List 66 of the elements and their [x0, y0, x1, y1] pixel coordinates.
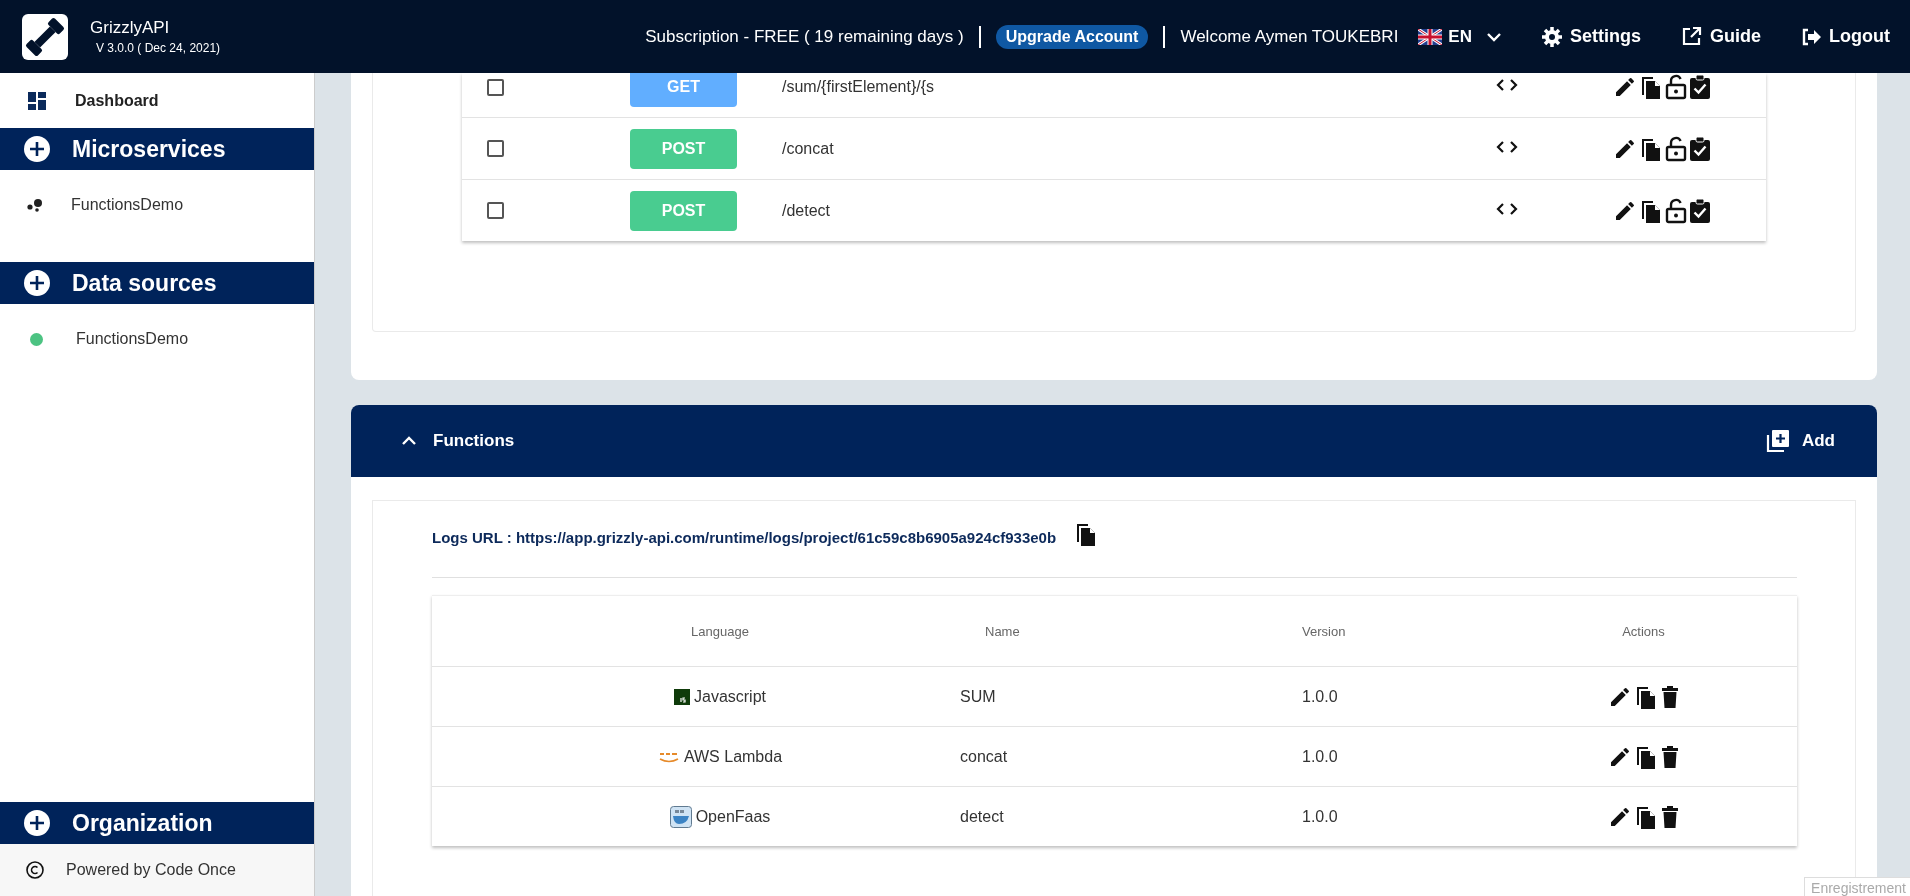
code-icon[interactable] — [1495, 77, 1519, 93]
welcome-text: Welcome Aymen TOUKEBRI — [1180, 26, 1399, 47]
section-header[interactable]: Microservices — [0, 128, 314, 170]
language-text: OpenFaas — [695, 807, 771, 826]
copy-icon[interactable] — [1639, 74, 1663, 100]
clipboard-check-icon[interactable] — [1689, 135, 1711, 162]
footer-text: Powered by Code Once — [66, 861, 236, 879]
function-name: SUM — [960, 687, 997, 706]
add-icon — [24, 810, 50, 836]
column-header: Version — [1301, 623, 1347, 639]
logout-icon — [1801, 26, 1821, 47]
flag-icon — [1418, 28, 1443, 45]
function-name: concat — [960, 747, 1009, 766]
endpoint-path: /sum/{firstElement}/{s — [782, 78, 936, 96]
unlock-icon[interactable] — [1665, 135, 1687, 162]
endpoint-path: /detect — [782, 201, 832, 220]
sidebar-item[interactable]: FunctionsDemo — [0, 324, 314, 354]
code-icon[interactable] — [1495, 138, 1519, 155]
settings-link[interactable]: Settings — [1542, 26, 1641, 47]
add-box-icon — [1765, 429, 1790, 453]
add-button[interactable]: Add — [1765, 429, 1835, 453]
checkbox[interactable] — [487, 140, 504, 157]
endpoint-path: /concat — [782, 139, 835, 158]
copyright-icon — [26, 861, 44, 879]
panel-title: Functions — [433, 431, 515, 451]
logout-link[interactable]: Logout — [1801, 26, 1890, 47]
checkbox[interactable] — [487, 78, 504, 96]
upgrade-account-button[interactable]: Upgrade Account — [995, 24, 1149, 49]
code-icon[interactable] — [1495, 200, 1519, 217]
version-text: V 3.0.0 ( Dec 24, 2021) — [96, 41, 221, 55]
trash-icon[interactable] — [1659, 684, 1680, 709]
clipboard-check-icon[interactable] — [1689, 197, 1711, 224]
version-text: 1.0.0 — [1301, 687, 1339, 706]
dashboard-icon — [28, 91, 46, 110]
column-header: Name — [984, 623, 1021, 639]
trash-icon[interactable] — [1659, 744, 1680, 769]
clipboard-check-icon[interactable] — [1689, 74, 1711, 100]
version-text: 1.0.0 — [1301, 747, 1339, 766]
column-header: Actions — [1621, 623, 1666, 639]
column-header: Language — [690, 623, 750, 639]
add-icon — [24, 270, 50, 296]
function-name: detect — [960, 807, 1005, 826]
whale-icon — [669, 805, 692, 828]
language-text: AWS Lambda — [683, 747, 783, 766]
guide-link[interactable]: Guide — [1681, 26, 1761, 47]
molecule-icon — [27, 198, 43, 212]
tooltip-text: Enregistrement — [1804, 877, 1910, 896]
language-text: Javascript — [694, 687, 766, 706]
unlock-icon[interactable] — [1665, 74, 1687, 100]
settings-icon — [1542, 26, 1562, 47]
js-icon — [674, 688, 690, 705]
trash-icon[interactable] — [1659, 804, 1680, 829]
section-header[interactable]: Organization — [0, 802, 314, 844]
version-text: 1.0.0 — [1301, 807, 1339, 826]
language-selector[interactable]: EN — [1418, 26, 1502, 47]
pencil-icon[interactable] — [1613, 75, 1637, 99]
subscription-text: Subscription - FREE ( 19 remaining days ) — [645, 26, 964, 47]
app-name: GrizzlyAPI — [90, 18, 171, 38]
unlock-icon[interactable] — [1665, 197, 1687, 224]
external-link-icon — [1681, 26, 1702, 47]
checkbox[interactable] — [487, 202, 504, 219]
logo-icon — [22, 13, 68, 60]
section-header[interactable]: Data sources — [0, 262, 314, 304]
add-icon — [24, 136, 50, 162]
logs-url-text: Logs URL : https://app.grizzly-api.com/runtime/logs/project/61c59c8b6905a924cf933e0b — [432, 529, 1057, 546]
sidebar-item[interactable]: FunctionsDemo — [0, 190, 314, 220]
